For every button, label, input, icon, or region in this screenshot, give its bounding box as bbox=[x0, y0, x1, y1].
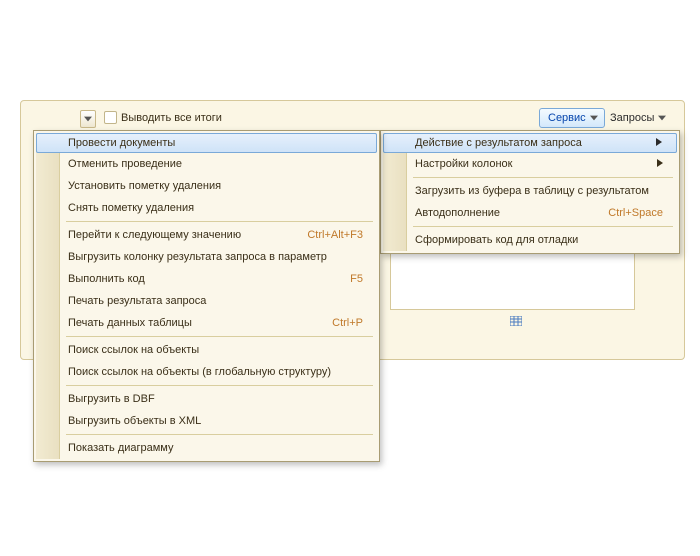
checkbox-label: Выводить все итоги bbox=[121, 112, 222, 124]
menu-item[interactable]: Выгрузить колонку результата запроса в п… bbox=[36, 246, 377, 268]
menu-item-label: Сформировать код для отладки bbox=[415, 234, 578, 246]
menu-item[interactable]: Показать диаграмму bbox=[36, 437, 377, 459]
submenu-arrow-icon bbox=[656, 137, 662, 149]
chevron-down-icon bbox=[590, 115, 598, 121]
menu-item-label: Поиск ссылок на объекты (в глобальную ст… bbox=[68, 366, 331, 378]
menu-item-shortcut: Ctrl+Space bbox=[588, 207, 663, 219]
show-all-totals-checkbox[interactable]: Выводить все итоги bbox=[104, 111, 222, 124]
menu-item[interactable]: Поиск ссылок на объекты bbox=[36, 339, 377, 361]
menu-item[interactable]: Печать данных таблицы Ctrl+P bbox=[36, 312, 377, 334]
menu-item-label: Показать диаграмму bbox=[68, 442, 174, 454]
service-button[interactable]: Сервис bbox=[539, 108, 605, 128]
queries-label: Запросы bbox=[610, 112, 654, 124]
menu-item[interactable]: Сформировать код для отладки bbox=[383, 229, 677, 251]
menu-item[interactable]: Снять пометку удаления bbox=[36, 197, 377, 219]
menu-item-label: Загрузить из буфера в таблицу с результа… bbox=[415, 185, 649, 197]
menu-item-label: Автодополнение bbox=[415, 207, 500, 219]
queries-button[interactable]: Запросы bbox=[601, 108, 673, 128]
menu-item-shortcut: Ctrl+P bbox=[312, 317, 363, 329]
submenu-arrow-icon bbox=[657, 158, 663, 170]
menu-item[interactable]: Выгрузить объекты в XML bbox=[36, 410, 377, 432]
menu-item-shortcut: F5 bbox=[330, 273, 363, 285]
menu-item-label: Снять пометку удаления bbox=[68, 202, 194, 214]
menu-item[interactable]: Установить пометку удаления bbox=[36, 175, 377, 197]
menu-item[interactable]: Печать результата запроса bbox=[36, 290, 377, 312]
grid-icon bbox=[510, 316, 522, 326]
chevron-down-icon bbox=[658, 115, 666, 121]
menu-item[interactable]: Провести документы bbox=[36, 133, 377, 153]
menu-item[interactable]: Настройки колонок bbox=[383, 153, 677, 175]
menu-item-label: Установить пометку удаления bbox=[68, 180, 221, 192]
menu-item-label: Выгрузить в DBF bbox=[68, 393, 155, 405]
menu-item[interactable]: Загрузить из буфера в таблицу с результа… bbox=[383, 180, 677, 202]
result-action-menu: Провести документы Отменить проведение Уст… bbox=[33, 130, 380, 462]
menu-item-label: Поиск ссылок на объекты bbox=[68, 344, 199, 356]
menu-item-label: Отменить проведение bbox=[68, 158, 182, 170]
toolbar-dropdown[interactable] bbox=[80, 110, 96, 128]
menu-item-label: Печать результата запроса bbox=[68, 295, 206, 307]
menu-item-label: Перейти к следующему значению bbox=[68, 229, 241, 241]
menu-item-label: Выгрузить колонку результата запроса в п… bbox=[68, 251, 327, 263]
menu-item-label: Действие с результатом запроса bbox=[415, 137, 582, 149]
menu-item-shortcut: Ctrl+Alt+F3 bbox=[287, 229, 363, 241]
service-label: Сервис bbox=[548, 112, 586, 124]
menu-item[interactable]: Выполнить код F5 bbox=[36, 268, 377, 290]
menu-item-label: Выполнить код bbox=[68, 273, 145, 285]
menu-item-label: Провести документы bbox=[68, 137, 175, 149]
menu-item-label: Настройки колонок bbox=[415, 158, 512, 170]
menu-item[interactable]: Перейти к следующему значению Ctrl+Alt+F3 bbox=[36, 224, 377, 246]
menu-item[interactable]: Поиск ссылок на объекты (в глобальную ст… bbox=[36, 361, 377, 383]
menu-item[interactable]: Действие с результатом запроса bbox=[383, 133, 677, 153]
menu-item-label: Печать данных таблицы bbox=[68, 317, 192, 329]
checkbox-icon bbox=[104, 111, 117, 124]
menu-item[interactable]: Автодополнение Ctrl+Space bbox=[383, 202, 677, 224]
menu-item[interactable]: Отменить проведение bbox=[36, 153, 377, 175]
service-submenu: Действие с результатом запроса Настройки … bbox=[380, 130, 680, 254]
menu-item-label: Выгрузить объекты в XML bbox=[68, 415, 201, 427]
menu-item[interactable]: Выгрузить в DBF bbox=[36, 388, 377, 410]
